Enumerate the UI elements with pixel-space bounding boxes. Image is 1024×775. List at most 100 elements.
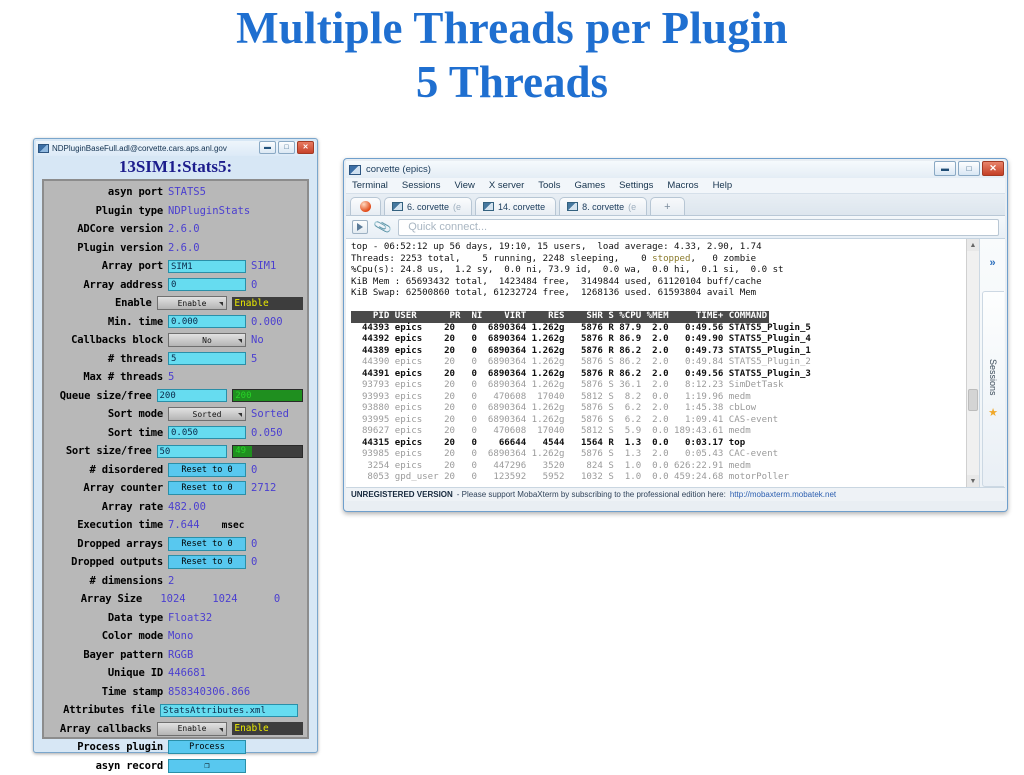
medm-array-size-dim: 1024 xyxy=(147,593,199,605)
medm-input-field[interactable]: 0.000 xyxy=(168,315,246,328)
medm-row: Callbacks blockNoNo xyxy=(46,331,303,350)
medm-row-label: Time stamp xyxy=(46,686,168,698)
medm-row: Execution time7.644msec xyxy=(46,516,303,535)
title-line-1: Multiple Threads per Plugin xyxy=(0,6,1024,52)
medm-action-button[interactable]: ❐ xyxy=(168,759,246,773)
terminal-process-row: 44393 epics 20 0 6890364 1.262g 5876 R 8… xyxy=(351,323,966,335)
star-icon[interactable]: ★ xyxy=(988,406,998,419)
medm-row: Sort time0.0500.050 xyxy=(46,424,303,443)
menu-item-help[interactable]: Help xyxy=(713,180,733,191)
medm-row: Array counterReset to 02712 xyxy=(46,479,303,498)
terminal-icon xyxy=(392,202,403,211)
terminal-process-row: 44389 epics 20 0 6890364 1.262g 5876 R 8… xyxy=(351,346,966,358)
medm-row: Queue size/free200200 xyxy=(46,387,303,406)
title-line-2: 5 Threads xyxy=(0,60,1024,106)
medm-row-label: ADCore version xyxy=(46,223,168,235)
scroll-down-arrow[interactable]: ▼ xyxy=(967,475,979,487)
menu-item-terminal[interactable]: Terminal xyxy=(352,180,388,191)
medm-row-label: Attributes file xyxy=(46,704,160,716)
toolbar: 📎 Quick connect... xyxy=(346,216,1005,239)
medm-value: NDPluginStats xyxy=(168,205,250,217)
medm-input-field[interactable]: 200 xyxy=(157,389,228,402)
sessions-sidebar: » Sessions ★ xyxy=(979,239,1005,487)
paperclip-icon[interactable]: 📎 xyxy=(373,217,394,238)
medm-row: Time stamp858340306.866 xyxy=(46,683,303,702)
status-link[interactable]: http://mobaxterm.mobatek.net xyxy=(730,490,836,499)
medm-row: Process pluginProcess xyxy=(46,738,303,757)
medm-row-label: Process plugin xyxy=(46,741,168,753)
medm-dropdown[interactable]: No xyxy=(168,333,246,347)
medm-reset-button[interactable]: Reset to 0 xyxy=(168,537,246,551)
medm-value: 446681 xyxy=(168,667,206,679)
medm-titlebar[interactable]: NDPluginBaseFull.adl@corvette.cars.aps.a… xyxy=(36,141,315,156)
sessions-vertical-tab[interactable]: Sessions ★ xyxy=(982,291,1004,487)
medm-input-field[interactable]: 0.050 xyxy=(168,426,246,439)
medm-value: 0 xyxy=(251,464,257,476)
medm-row: asyn portSTATS5 xyxy=(46,183,303,202)
close-button[interactable]: ✕ xyxy=(297,141,314,154)
new-tab-button[interactable]: + xyxy=(650,197,684,215)
medm-input-field[interactable]: StatsAttributes.xml xyxy=(160,704,298,717)
medm-input-field[interactable]: 50 xyxy=(157,445,228,458)
sessions-tab-label: Sessions xyxy=(988,359,998,396)
medm-row-label: Max # threads xyxy=(46,371,168,383)
medm-row: Plugin typeNDPluginStats xyxy=(46,202,303,221)
maximize-button[interactable]: □ xyxy=(278,141,295,154)
menu-item-view[interactable]: View xyxy=(454,180,474,191)
medm-row-label: # threads xyxy=(46,353,168,365)
terminal-summary-line: %Cpu(s): 24.8 us, 1.2 sy, 0.0 ni, 73.9 i… xyxy=(351,265,966,277)
tab-session[interactable]: 14. corvette xyxy=(475,197,556,215)
medm-dropdown[interactable]: Sorted xyxy=(168,407,246,421)
menu-bar: Terminal Sessions View X server Tools Games Se… xyxy=(346,178,1005,194)
medm-row: asyn record❐ xyxy=(46,757,303,775)
minimize-button[interactable]: ▬ xyxy=(934,161,956,176)
menu-item-x-server[interactable]: X server xyxy=(489,180,524,191)
medm-dropdown[interactable]: Enable xyxy=(157,722,228,736)
medm-row: ADCore version2.6.0 xyxy=(46,220,303,239)
medm-row-label: Array address xyxy=(46,279,168,291)
medm-reset-button[interactable]: Reset to 0 xyxy=(168,463,246,477)
mobaxterm-titlebar[interactable]: corvette (epics) ▬ □ ✕ xyxy=(346,161,1005,178)
medm-action-button[interactable]: Process xyxy=(168,740,246,754)
terminal-output[interactable]: top - 06:52:12 up 56 days, 19:10, 15 use… xyxy=(346,239,966,487)
medm-reset-button[interactable]: Reset to 0 xyxy=(168,555,246,569)
medm-value: 0.050 xyxy=(251,427,283,439)
expand-chevron-icon[interactable]: » xyxy=(989,257,995,269)
medm-array-size-dim: 0 xyxy=(251,593,303,605)
medm-row-label: Plugin version xyxy=(46,242,168,254)
menu-item-settings[interactable]: Settings xyxy=(619,180,653,191)
menu-item-games[interactable]: Games xyxy=(574,180,605,191)
medm-dropdown[interactable]: Enable xyxy=(157,296,228,310)
medm-input-field[interactable]: SIM1 xyxy=(168,260,246,273)
run-icon[interactable] xyxy=(352,220,368,234)
menu-item-tools[interactable]: Tools xyxy=(538,180,560,191)
medm-row: Color modeMono xyxy=(46,627,303,646)
tab-session[interactable]: 6. corvette(e xyxy=(384,197,472,215)
terminal-process-row: 44315 epics 20 0 66644 4544 1564 R 1.3 0… xyxy=(351,438,966,450)
medm-row: # threads55 xyxy=(46,350,303,369)
menu-item-macros[interactable]: Macros xyxy=(667,180,698,191)
maximize-button[interactable]: □ xyxy=(958,161,980,176)
medm-input-field[interactable]: 5 xyxy=(168,352,246,365)
terminal-scrollbar[interactable]: ▲ ▼ xyxy=(966,239,979,487)
tab-label: 8. corvette xyxy=(582,202,624,212)
medm-reset-button[interactable]: Reset to 0 xyxy=(168,481,246,495)
medm-input-field[interactable]: 0 xyxy=(168,278,246,291)
medm-value: 482.00 xyxy=(168,501,206,513)
quick-connect-input[interactable]: Quick connect... xyxy=(398,219,999,236)
terminal-process-row: 44391 epics 20 0 6890364 1.262g 5876 R 8… xyxy=(351,369,966,381)
page-title: Multiple Threads per Plugin 5 Threads xyxy=(0,0,1024,106)
terminal-table-header: PID USER PR NI VIRT RES SHR S %CPU %MEM … xyxy=(351,311,769,323)
terminal-area: top - 06:52:12 up 56 days, 19:10, 15 use… xyxy=(346,239,1005,487)
close-button[interactable]: ✕ xyxy=(982,161,1004,176)
minimize-button[interactable]: ▬ xyxy=(259,141,276,154)
medm-row-label: Array Size xyxy=(46,593,147,605)
scrollbar-thumb[interactable] xyxy=(968,389,978,411)
medm-row-label: Array counter xyxy=(46,482,168,494)
menu-item-sessions[interactable]: Sessions xyxy=(402,180,441,191)
tab-session[interactable]: 8. corvette(e xyxy=(559,197,647,215)
scroll-up-arrow[interactable]: ▲ xyxy=(967,239,979,251)
medm-value: No xyxy=(251,334,264,346)
medm-value: Float32 xyxy=(168,612,212,624)
tab-home[interactable] xyxy=(350,197,381,215)
